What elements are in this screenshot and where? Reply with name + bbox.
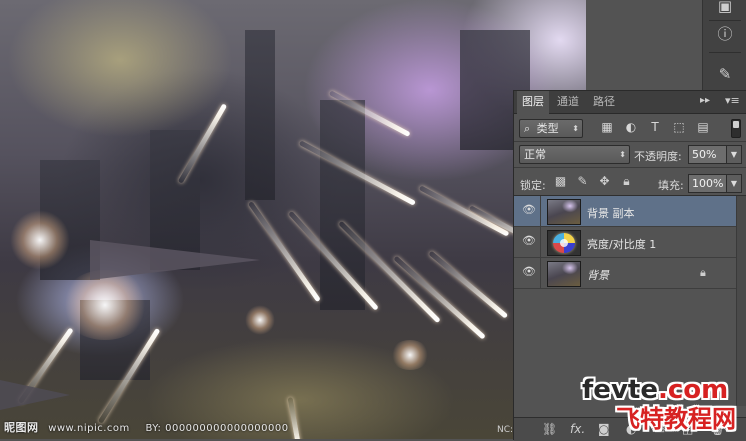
updown-arrow-icon: ⬍ bbox=[619, 150, 626, 159]
brush-preset-icon[interactable]: ✎ bbox=[711, 62, 739, 86]
layer-name: 背景 bbox=[587, 269, 609, 282]
eye-icon[interactable]: 👁︎ bbox=[522, 235, 536, 247]
link-icon[interactable]: ⛓︎ bbox=[542, 422, 557, 436]
tab-paths[interactable]: 路径 bbox=[588, 91, 620, 113]
lock-position-icon[interactable]: ✥ bbox=[598, 175, 611, 188]
missile-trail bbox=[393, 255, 486, 340]
canvas-building bbox=[320, 100, 365, 310]
filter-kind-dropdown[interactable]: ⌕ 类型 ⬍ bbox=[519, 119, 583, 138]
fighter-jet bbox=[90, 240, 260, 280]
missile-trail bbox=[418, 185, 510, 237]
layer-thumbnail bbox=[547, 261, 581, 287]
explosion-flare bbox=[245, 305, 275, 335]
missile-trail bbox=[287, 397, 302, 439]
adjustment-thumbnail bbox=[547, 230, 581, 256]
layer-row[interactable]: 👁︎ 亮度/对比度 1 bbox=[514, 227, 736, 258]
tab-layers[interactable]: 图层 bbox=[517, 91, 549, 114]
explosion-flare bbox=[60, 270, 150, 340]
lock-transparent-pixels-icon[interactable]: ▩ bbox=[554, 175, 567, 188]
lock-image-pixels-icon[interactable]: ✎ bbox=[576, 175, 589, 188]
tab-channels[interactable]: 通道 bbox=[552, 91, 584, 113]
panel-menu-icon[interactable]: ▾≡ bbox=[725, 94, 740, 107]
lock-all-icon[interactable]: 🔒︎ bbox=[620, 175, 633, 188]
visibility-column-divider bbox=[540, 196, 541, 226]
missile-trail bbox=[428, 250, 509, 319]
layer-row[interactable]: 👁︎ 背景 🔒︎ bbox=[514, 258, 736, 289]
layer-filter-row: ⌕ 类型 ⬍ ▦ ◐ T ⬚ ▤ bbox=[514, 115, 746, 142]
filter-kind-value: 类型 bbox=[536, 122, 559, 135]
collapse-panel-icon[interactable]: ▸▸ bbox=[700, 95, 710, 106]
eye-icon[interactable]: 👁︎ bbox=[522, 266, 536, 278]
fill-label: 填充: bbox=[658, 179, 684, 192]
explosion-flare bbox=[390, 340, 430, 370]
canvas-watermark: 昵图网 www.nipic.com BY: 000000000000000000 bbox=[4, 419, 289, 435]
image-filter-icon[interactable]: ▦ bbox=[600, 120, 614, 134]
watermark-site: 昵图网 bbox=[4, 421, 39, 434]
opacity-label: 不透明度: bbox=[634, 150, 682, 163]
fighter-jet bbox=[0, 380, 70, 410]
layer-row[interactable]: 👁︎ 背景 副本 bbox=[514, 196, 736, 227]
visibility-column-divider bbox=[540, 258, 541, 288]
search-icon: ⌕ bbox=[524, 122, 531, 135]
site-logo: fevte.com 飞特教程网 bbox=[582, 375, 746, 435]
layer-thumbnail bbox=[547, 199, 581, 225]
lock-row: 锁定: ▩ ✎ ✥ 🔒︎ 填充: 100% ▼ bbox=[514, 169, 746, 196]
dock-divider bbox=[709, 20, 741, 21]
info-icon[interactable]: ⓘ bbox=[711, 22, 739, 46]
adjustment-filter-icon[interactable]: ◐ bbox=[624, 120, 638, 134]
explosion-flare bbox=[10, 210, 70, 270]
watermark-by: BY: 000000000000000000 bbox=[145, 423, 289, 434]
fill-input[interactable]: 100% bbox=[688, 174, 728, 193]
document-canvas[interactable]: 昵图网 www.nipic.com BY: 000000000000000000 bbox=[0, 0, 586, 439]
blend-mode-value: 正常 bbox=[524, 148, 546, 161]
blend-row: 正常 ⬍ 不透明度: 50% ▼ bbox=[514, 141, 746, 168]
type-filter-icon[interactable]: T bbox=[648, 120, 662, 134]
cube-icon[interactable]: ▣ bbox=[711, 0, 739, 18]
smart-object-filter-icon[interactable]: ▤ bbox=[696, 120, 710, 134]
layer-name: 背景 副本 bbox=[587, 207, 635, 220]
eye-icon[interactable]: 👁︎ bbox=[522, 204, 536, 216]
visibility-column-divider bbox=[540, 227, 541, 257]
lock-label: 锁定: bbox=[520, 179, 546, 192]
updown-arrow-icon: ⬍ bbox=[572, 124, 579, 133]
opacity-input[interactable]: 50% bbox=[688, 145, 728, 164]
logo-subtitle: 飞特教程网 bbox=[616, 405, 736, 433]
watermark-url: www.nipic.com bbox=[48, 423, 130, 434]
dock-divider bbox=[709, 52, 741, 53]
canvas-building bbox=[245, 30, 275, 200]
shape-filter-icon[interactable]: ⬚ bbox=[672, 120, 686, 134]
filter-toggle[interactable] bbox=[731, 119, 741, 138]
opacity-slider-button[interactable]: ▼ bbox=[726, 145, 742, 164]
panel-dock: ▣ ⓘ ✎ bbox=[702, 0, 746, 90]
workspace-gutter bbox=[586, 0, 712, 90]
status-fragment: NC: bbox=[497, 425, 514, 435]
blend-mode-dropdown[interactable]: 正常 ⬍ bbox=[519, 145, 630, 164]
layer-name: 亮度/对比度 1 bbox=[587, 238, 657, 251]
fill-slider-button[interactable]: ▼ bbox=[726, 174, 742, 193]
panel-tab-bar: 图层 通道 路径 ▸▸ ▾≡ bbox=[514, 91, 746, 114]
lock-icon: 🔒︎ bbox=[700, 266, 706, 279]
